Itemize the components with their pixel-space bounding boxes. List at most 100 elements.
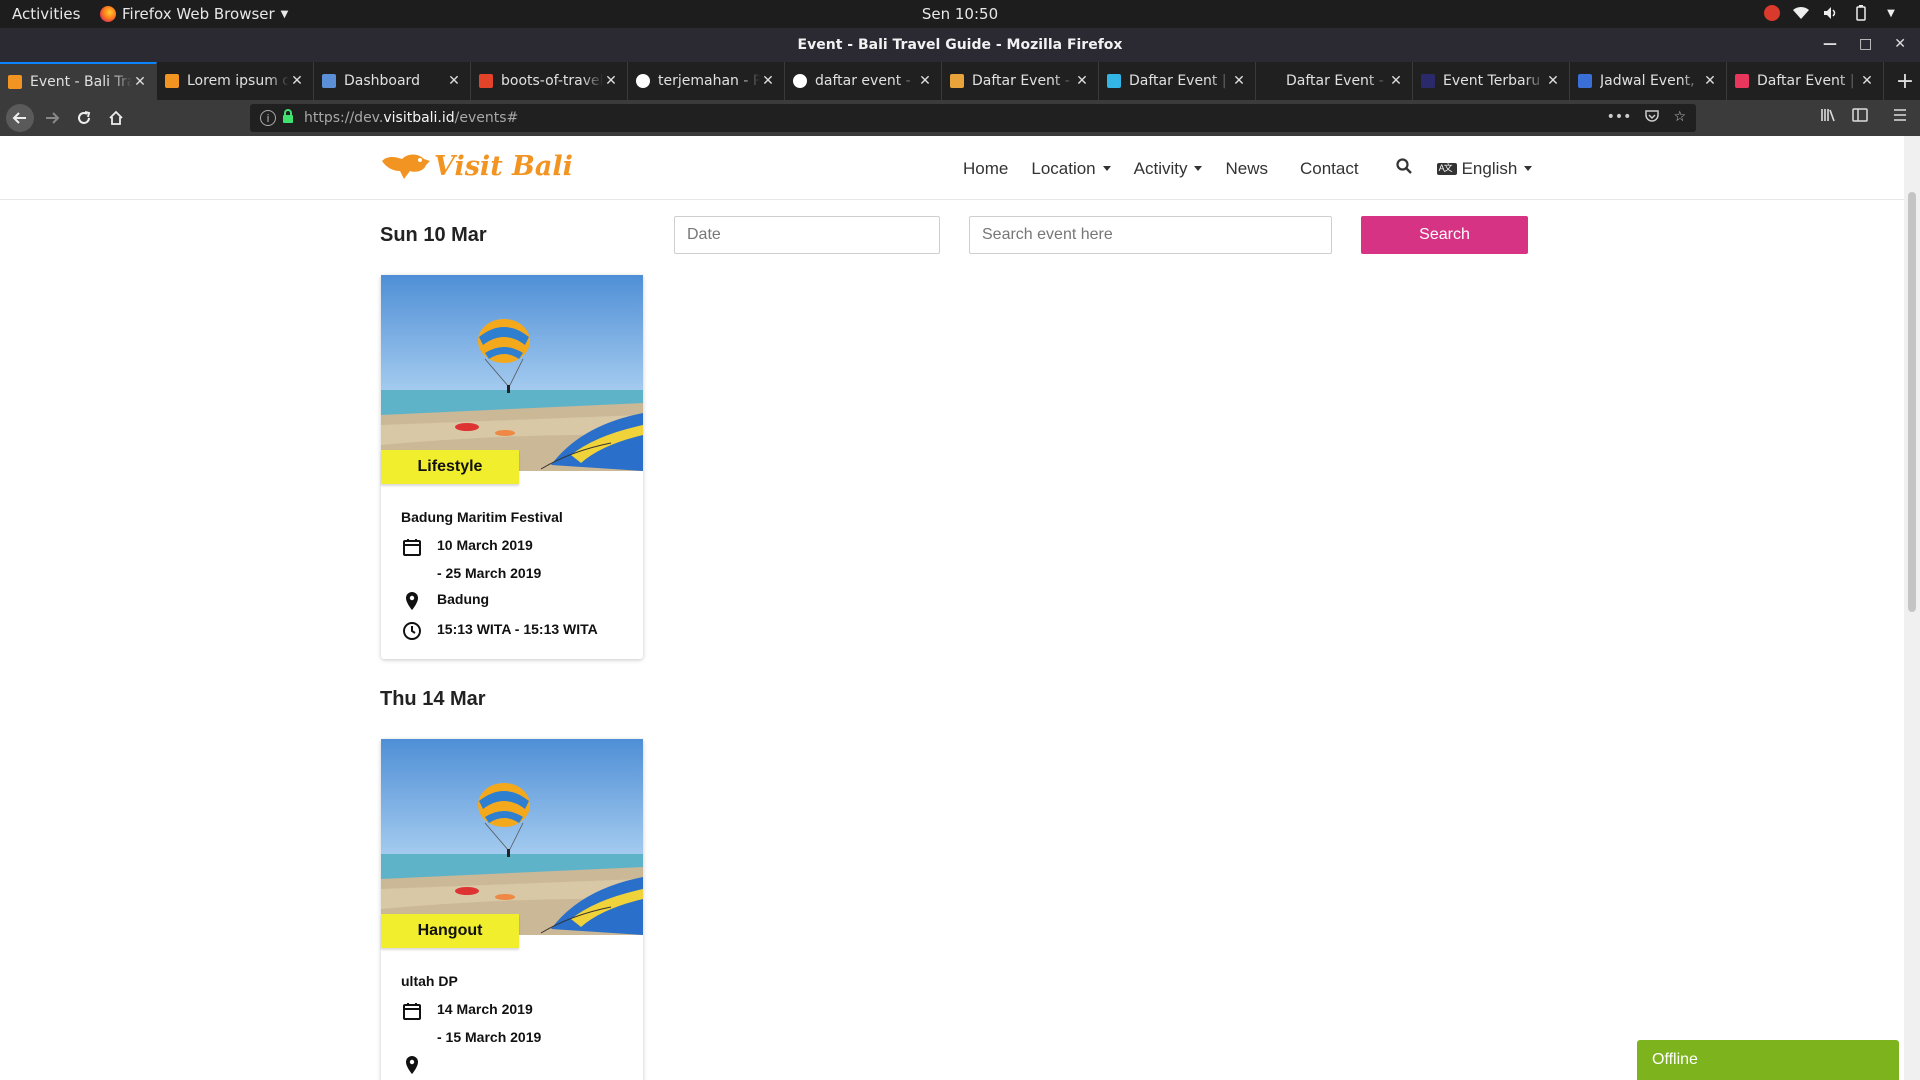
tab[interactable]: Dashboard ✕ <box>314 62 471 100</box>
search-button[interactable]: Search <box>1361 216 1528 254</box>
system-tray[interactable]: ▼ <box>1764 4 1900 22</box>
close-tab-icon[interactable]: ✕ <box>1074 73 1090 89</box>
sidebar-icon[interactable] <box>1852 107 1868 127</box>
close-tab-icon[interactable]: ✕ <box>1702 73 1718 89</box>
close-icon[interactable]: ✕ <box>1894 36 1906 52</box>
event-card[interactable]: Lifestyle Badung Maritim Festival 10 Mar… <box>381 275 643 659</box>
caret-down-icon <box>1194 166 1203 171</box>
close-tab-icon[interactable]: ✕ <box>1388 73 1404 89</box>
caret-down-icon <box>1524 166 1533 171</box>
tab[interactable]: Event Terbaru ✕ <box>1413 62 1570 100</box>
nav-location[interactable]: Location <box>1031 158 1111 179</box>
favicon-icon <box>322 74 336 88</box>
close-tab-icon[interactable]: ✕ <box>603 73 619 89</box>
pocket-icon[interactable] <box>1645 109 1660 127</box>
nav-location-label: Location <box>1031 158 1096 178</box>
info-icon[interactable]: i <box>260 110 276 126</box>
event-title[interactable]: ultah DP <box>401 973 623 989</box>
tab[interactable]: Daftar Event | ✕ <box>1727 62 1884 100</box>
event-title[interactable]: Badung Maritim Festival <box>401 509 623 525</box>
battery-icon[interactable] <box>1852 4 1870 22</box>
calendar-icon <box>401 1001 423 1021</box>
reload-button[interactable] <box>70 104 98 132</box>
event-image <box>381 275 643 471</box>
url-path: /events# <box>454 110 519 126</box>
event-start-date: 10 March 2019 <box>437 537 533 553</box>
bookmark-star-icon[interactable]: ☆ <box>1673 109 1686 127</box>
event-end-date: - 25 March 2019 <box>437 565 542 581</box>
site-logo[interactable]: Visit Bali <box>380 149 573 183</box>
window-title: Event - Bali Travel Guide - Mozilla Fire… <box>797 37 1123 53</box>
clock-label[interactable]: Sen 10:50 <box>922 5 998 23</box>
library-icon[interactable] <box>1820 107 1836 127</box>
category-badge[interactable]: Hangout <box>381 914 519 948</box>
page-actions-icon[interactable]: ••• <box>1607 109 1632 127</box>
search-icon[interactable] <box>1395 158 1412 179</box>
tab[interactable]: Daftar Event | ✕ <box>1099 62 1256 100</box>
url-bar[interactable]: i https://dev.visitbali.id/events# ••• ☆ <box>250 104 1696 132</box>
back-button[interactable] <box>6 104 34 132</box>
tab[interactable]: Daftar Event - Event✕ <box>1256 62 1413 100</box>
language-selector[interactable]: English <box>1436 159 1533 179</box>
home-button[interactable] <box>102 104 130 132</box>
tab[interactable]: Daftar Event - ✕ <box>942 62 1099 100</box>
volume-icon[interactable] <box>1822 4 1840 22</box>
scrollbar-thumb[interactable] <box>1908 192 1916 612</box>
parasailing-beach-image <box>381 275 643 471</box>
tab[interactable]: daftar event - Penelusuran✕ <box>785 62 942 100</box>
chat-widget-offline[interactable]: Offline <box>1637 1040 1899 1080</box>
close-tab-icon[interactable]: ✕ <box>1545 73 1561 89</box>
favicon-icon <box>636 74 650 88</box>
calendar-icon <box>401 537 423 557</box>
close-tab-icon[interactable]: ✕ <box>1231 73 1247 89</box>
minimize-icon[interactable]: — <box>1823 36 1837 52</box>
app-menu-label: Firefox Web Browser <box>122 5 275 23</box>
close-tab-icon[interactable]: ✕ <box>446 73 462 89</box>
reload-icon <box>78 111 91 124</box>
tab[interactable]: Lorem ipsum dolor✕ <box>157 62 314 100</box>
tab[interactable]: boots-of-travel ✕ <box>471 62 628 100</box>
new-tab-button[interactable]: + <box>1890 62 1920 100</box>
nav-contact[interactable]: Contact <box>1300 159 1359 179</box>
tab-label: Daftar Event | <box>1129 73 1227 89</box>
favicon-icon <box>1578 74 1592 88</box>
close-tab-icon[interactable]: ✕ <box>1859 73 1875 89</box>
forward-button[interactable] <box>38 104 66 132</box>
event-start-date: 14 March 2019 <box>437 1001 533 1017</box>
nav-activity-label: Activity <box>1133 158 1188 178</box>
close-tab-icon[interactable]: ✕ <box>760 73 776 89</box>
url-text[interactable]: https://dev.visitbali.id/events# <box>304 110 518 126</box>
home-icon <box>109 110 123 125</box>
close-tab-icon[interactable]: ✕ <box>132 74 148 90</box>
category-badge[interactable]: Lifestyle <box>381 450 519 484</box>
tab[interactable]: Jadwal Event, ✕ <box>1570 62 1727 100</box>
activities-button[interactable]: Activities <box>12 5 80 23</box>
notification-icon[interactable] <box>1764 5 1780 21</box>
favicon-icon <box>950 74 964 88</box>
page-scrollbar[interactable] <box>1904 136 1920 1080</box>
tab-label: boots-of-travel <box>501 73 603 89</box>
app-menu[interactable]: Firefox Web Browser ▼ <box>100 5 288 23</box>
event-card[interactable]: Hangout ultah DP 14 March 2019 - 15 Marc… <box>381 739 643 1080</box>
tab[interactable]: Event - Bali Travel Guide✕ <box>0 62 157 100</box>
lock-icon[interactable] <box>282 109 294 127</box>
tab-label: Daftar Event | <box>1757 73 1855 89</box>
firefox-icon <box>100 6 116 22</box>
caret-down-icon <box>1102 166 1111 171</box>
logo-text: Visit Bali <box>434 150 573 182</box>
nav-news[interactable]: News <box>1225 159 1268 179</box>
system-menu-chevron-icon[interactable]: ▼ <box>1882 4 1900 22</box>
tab[interactable]: terjemahan - Penelusuran✕ <box>628 62 785 100</box>
date-input[interactable]: Date <box>674 216 940 254</box>
url-prefix: https://dev. <box>304 110 384 126</box>
search-event-input[interactable]: Search event here <box>969 216 1332 254</box>
close-tab-icon[interactable]: ✕ <box>289 73 305 89</box>
favicon-icon <box>165 74 179 88</box>
maximize-icon[interactable]: □ <box>1859 36 1872 52</box>
wifi-icon[interactable] <box>1792 4 1810 22</box>
hamburger-menu-icon[interactable] <box>1892 107 1908 127</box>
nav-activity[interactable]: Activity <box>1134 159 1203 179</box>
location-pin-icon <box>401 1055 423 1075</box>
nav-home[interactable]: Home <box>963 159 1008 179</box>
close-tab-icon[interactable]: ✕ <box>917 73 933 89</box>
